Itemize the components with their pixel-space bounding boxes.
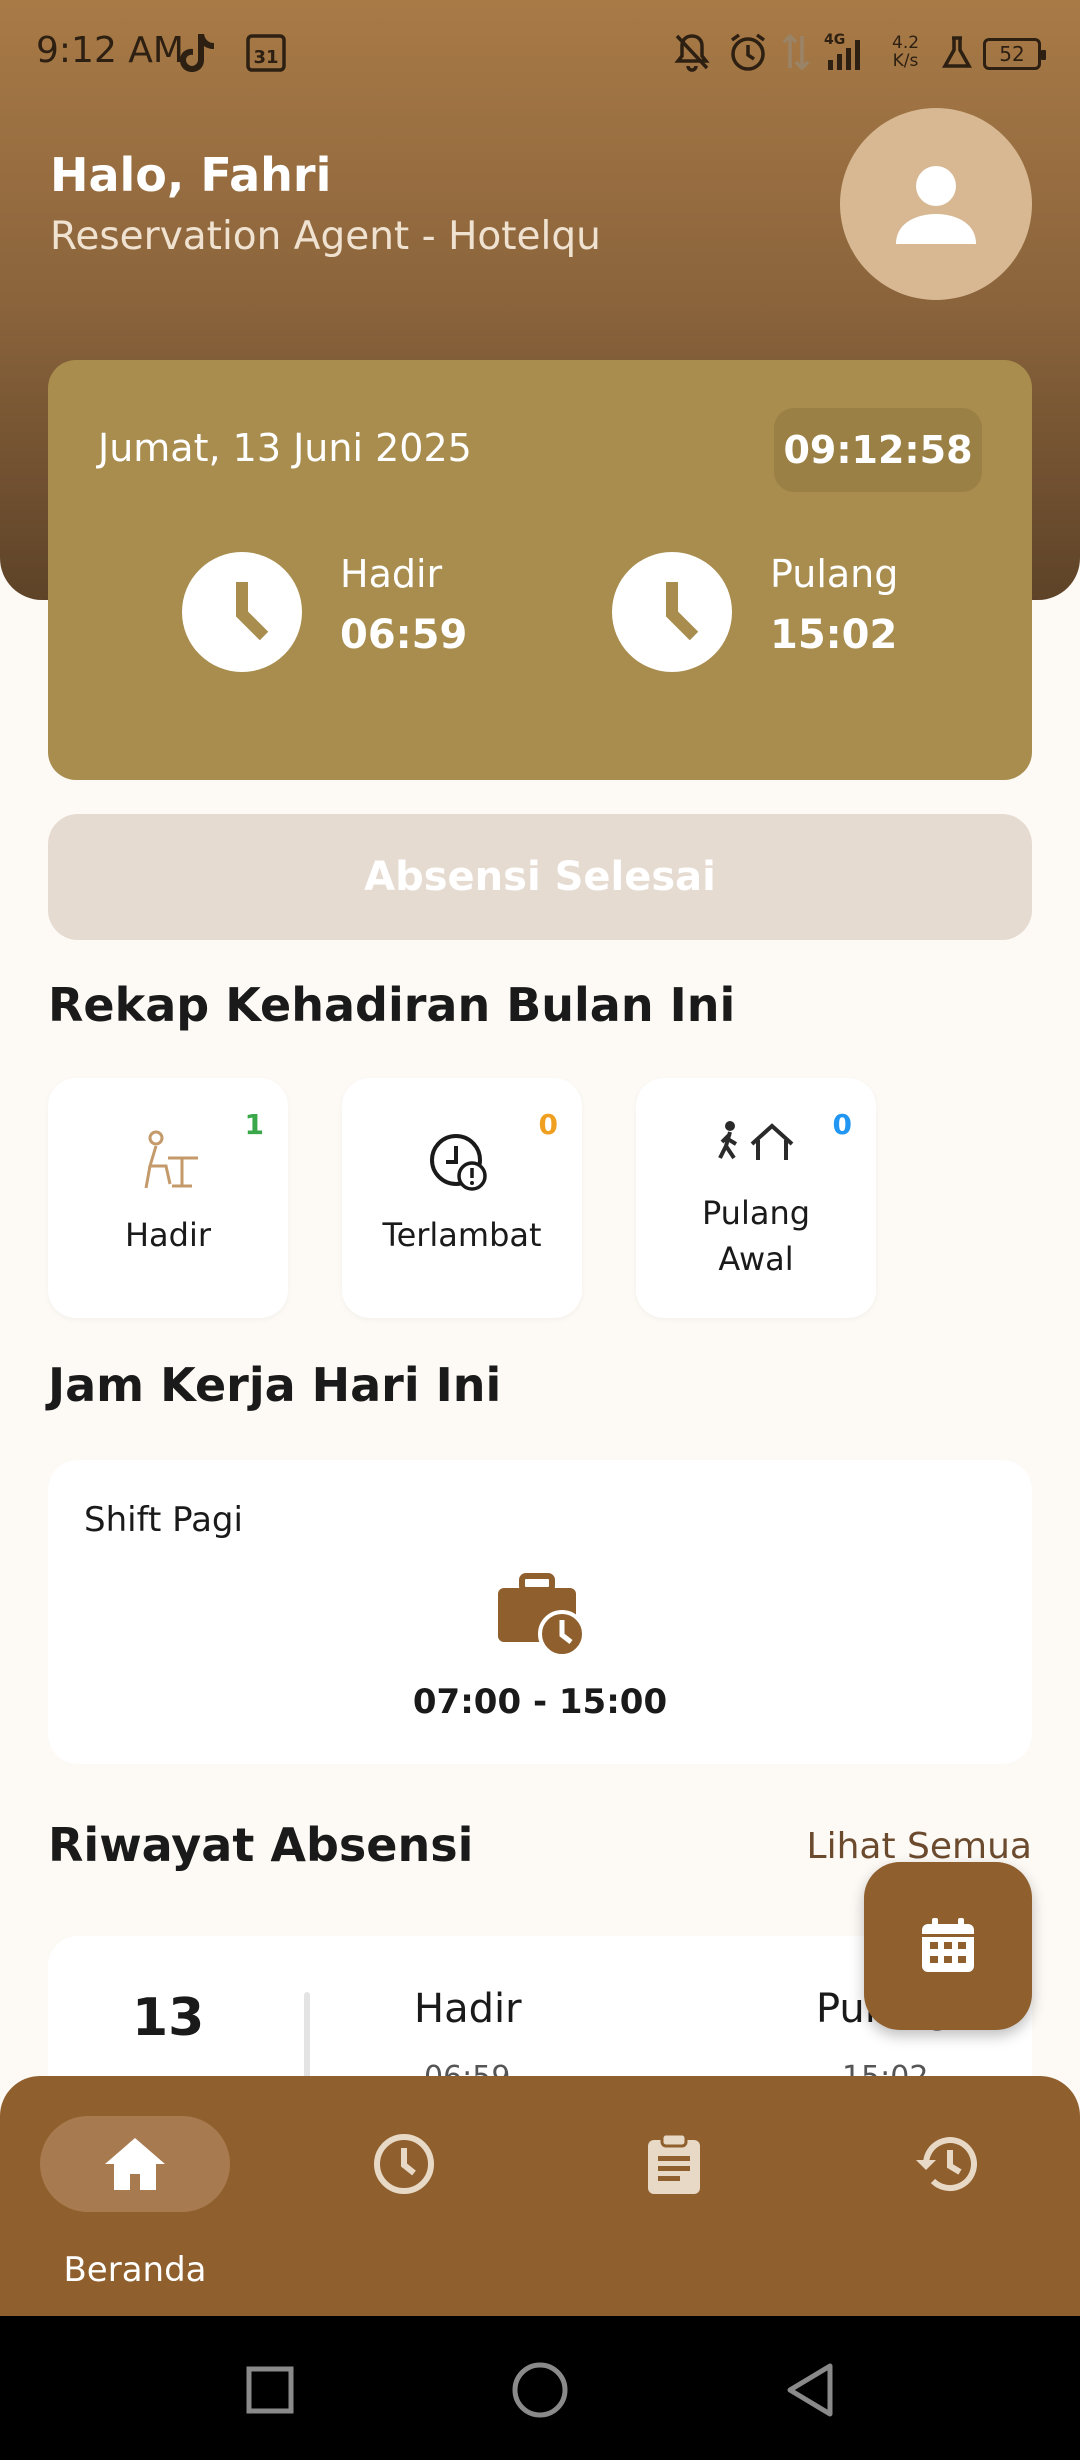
check-out-clock-icon xyxy=(612,552,732,672)
attendance-card: Jumat, 13 Juni 2025 09:12:58 Hadir 06:59… xyxy=(48,360,1032,780)
alarm-icon xyxy=(726,30,770,74)
history-in-label: Hadir xyxy=(414,1986,522,2032)
signal-icon: 4G xyxy=(822,30,870,74)
bottom-navigation: Beranda xyxy=(0,2076,1080,2316)
circle-icon xyxy=(512,2362,568,2418)
see-all-link[interactable]: Lihat Semua xyxy=(807,1826,1032,1867)
clock-icon xyxy=(374,2134,434,2194)
network-speed: 4.2 K/s xyxy=(892,33,920,71)
stat-card-present[interactable]: 1 Hadir xyxy=(48,1078,288,1318)
desk-worker-icon xyxy=(48,1128,288,1200)
nav-report-button[interactable] xyxy=(626,2116,722,2212)
square-icon xyxy=(246,2366,294,2414)
home-icon xyxy=(105,2138,165,2190)
stat-card-early-leave[interactable]: 0 Pulang Awal xyxy=(636,1078,876,1318)
nav-home-button[interactable] xyxy=(40,2116,230,2212)
calendar-icon xyxy=(922,1918,974,1972)
recent-apps-button[interactable] xyxy=(240,2360,300,2420)
tiktok-icon xyxy=(176,30,216,74)
shift-hours: 07:00 - 15:00 xyxy=(412,1682,668,1722)
walk-home-icon xyxy=(636,1114,876,1174)
shift-card: Shift Pagi 07:00 - 15:00 xyxy=(48,1460,1032,1764)
battery-indicator: 52 xyxy=(983,38,1046,70)
work-hours-title: Jam Kerja Hari Ini xyxy=(48,1358,502,1412)
history-icon xyxy=(916,2137,977,2192)
attendance-done-button[interactable]: Absensi Selesai xyxy=(48,814,1032,940)
late-clock-icon xyxy=(342,1128,582,1200)
system-navigation-bar xyxy=(0,2316,1080,2460)
history-day: 13 xyxy=(132,1988,205,2048)
nav-history-button[interactable] xyxy=(898,2116,994,2212)
person-icon xyxy=(896,166,976,244)
svg-text:4G: 4G xyxy=(824,32,845,48)
back-button[interactable] xyxy=(780,2360,840,2420)
home-system-button[interactable] xyxy=(510,2360,570,2420)
clipboard-icon xyxy=(648,2132,700,2194)
attendance-date: Jumat, 13 Juni 2025 xyxy=(98,426,472,470)
svg-text:31: 31 xyxy=(253,47,278,68)
data-transfer-icon xyxy=(780,30,812,74)
notifications-off-icon xyxy=(672,30,712,74)
user-role: Reservation Agent - Hotelqu xyxy=(50,214,601,259)
check-in-time: 06:59 xyxy=(340,612,468,658)
recap-title: Rekap Kehadiran Bulan Ini xyxy=(48,978,736,1032)
flask-icon xyxy=(940,30,974,74)
stat-label: Hadir xyxy=(124,1216,212,1254)
avatar[interactable] xyxy=(840,108,1032,300)
live-clock: 09:12:58 xyxy=(774,408,982,492)
briefcase-clock-icon xyxy=(498,1570,588,1664)
nav-home-label: Beranda xyxy=(63,2250,207,2290)
shift-name: Shift Pagi xyxy=(84,1500,243,1540)
stat-card-late[interactable]: 0 Terlambat xyxy=(342,1078,582,1318)
back-triangle-icon xyxy=(787,2363,833,2417)
calendar-fab-button[interactable] xyxy=(864,1862,1032,2030)
stat-label: Terlambat xyxy=(382,1216,542,1254)
status-time: 9:12 AM xyxy=(36,30,184,71)
status-bar: 9:12 AM 31 4G 4.2 K/s 52 xyxy=(0,0,1080,110)
check-in-label: Hadir xyxy=(340,552,443,596)
check-in-clock-icon xyxy=(182,552,302,672)
greeting: Halo, Fahri xyxy=(50,148,332,202)
history-title: Riwayat Absensi xyxy=(48,1818,474,1872)
check-out-time: 15:02 xyxy=(770,612,898,658)
nav-clock-button[interactable] xyxy=(356,2116,452,2212)
check-out-label: Pulang xyxy=(770,552,899,596)
stat-label: Pulang Awal xyxy=(701,1194,811,1278)
calendar-status-icon: 31 xyxy=(244,30,288,74)
